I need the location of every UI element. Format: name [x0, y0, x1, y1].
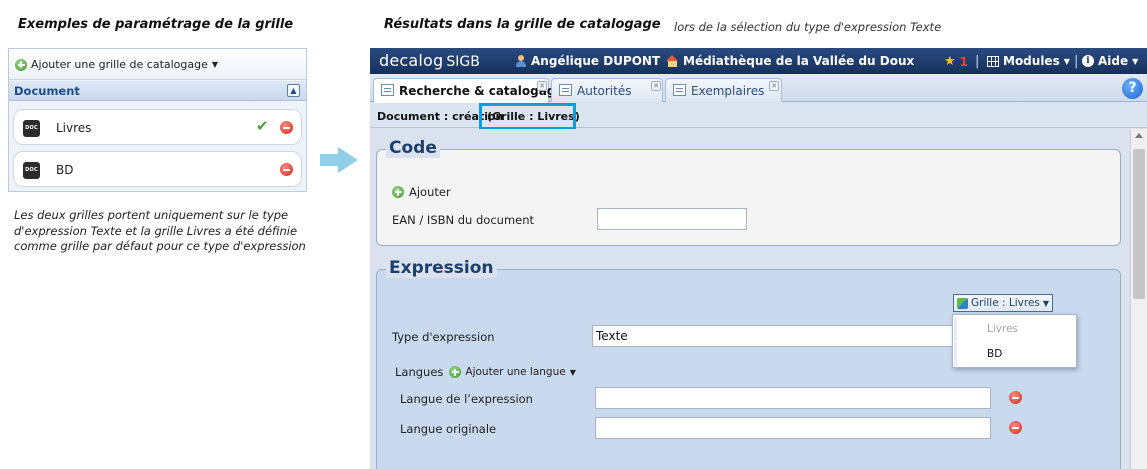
- tab-bar: Recherche & catalogage ✕ Autorités ✕ Exe…: [370, 74, 1147, 103]
- user-name: Angélique DUPONT: [531, 54, 661, 68]
- remove-icon[interactable]: [1009, 421, 1022, 434]
- note-line: d'expression Texte et la grille Livres a…: [14, 223, 298, 238]
- add-langue-button[interactable]: Ajouter une langue ▼: [449, 366, 576, 378]
- chevron-down-icon: ▼: [211, 60, 219, 69]
- expression-type-input[interactable]: Texte: [592, 325, 962, 347]
- langue-originale-input[interactable]: [595, 417, 991, 439]
- remove-icon[interactable]: [280, 163, 293, 176]
- remove-icon[interactable]: [280, 121, 293, 134]
- help-menu[interactable]: i Aide ▼: [1082, 54, 1138, 68]
- chevron-down-icon: ▼: [1132, 56, 1139, 66]
- grid-settings-toolbar: Ajouter une grille de catalogage ▼: [9, 49, 306, 80]
- langues-row: Langues Ajouter une langue ▼: [395, 365, 576, 379]
- document-section-header: Document ▲: [9, 81, 306, 101]
- add-icon: [449, 366, 462, 378]
- modules-label: Modules: [1003, 54, 1060, 68]
- vertical-scrollbar[interactable]: [1130, 129, 1147, 469]
- notification-count: 1: [959, 54, 969, 69]
- right-caption-title: Résultats dans la grille de catalogage: [384, 17, 661, 32]
- collapse-icon[interactable]: ▲: [287, 84, 300, 97]
- app-window: decalog SIGB Angélique DUPONT Médiathèque…: [370, 48, 1147, 469]
- help-label: Aide: [1098, 54, 1129, 68]
- tab-exemplaires[interactable]: Exemplaires ✕: [665, 78, 782, 102]
- chevron-down-icon: ▼: [1063, 56, 1070, 66]
- add-langue-label: Ajouter une langue: [465, 366, 566, 378]
- langue-expression-input[interactable]: [595, 387, 991, 409]
- doc-icon: DOC: [23, 162, 40, 179]
- close-icon[interactable]: ✕: [537, 81, 547, 91]
- star-icon: ★: [944, 54, 956, 69]
- remove-icon[interactable]: [1009, 391, 1022, 404]
- user-icon: [515, 55, 527, 67]
- arrow-right-icon: [320, 154, 338, 166]
- grille-option-livres[interactable]: Livres: [954, 317, 1075, 341]
- brand-name: decalog: [379, 51, 444, 70]
- note-line: comme grille par défaut pour ce type d'e…: [14, 239, 306, 253]
- expression-type-label: Type d'expression: [392, 330, 495, 344]
- modules-menu[interactable]: Modules ▼: [987, 54, 1070, 68]
- add-grid-button[interactable]: Ajouter une grille de catalogage ▼: [15, 58, 218, 71]
- brand-suffix: SIGB: [446, 54, 480, 70]
- add-grid-label: Ajouter une grille de catalogage: [31, 58, 208, 71]
- scroll-thumb[interactable]: [1133, 149, 1145, 299]
- close-icon[interactable]: ✕: [651, 81, 661, 91]
- grid-item-label: BD: [56, 163, 74, 177]
- grid-item-livres[interactable]: DOC Livres ✔: [13, 109, 302, 145]
- code-section-title: Code: [386, 138, 440, 158]
- grid-settings-panel: Ajouter une grille de catalogage ▼ Docum…: [8, 48, 307, 192]
- section-label: Document: [14, 84, 80, 98]
- user-menu[interactable]: Angélique DUPONT: [515, 54, 660, 68]
- code-add-label: Ajouter: [409, 185, 451, 199]
- tab-autorites[interactable]: Autorités ✕: [551, 78, 663, 102]
- add-icon: [392, 186, 404, 198]
- chevron-down-icon: ▼: [1042, 298, 1050, 308]
- library-menu[interactable]: Médiathèque de la Vallée du Doux: [666, 54, 914, 68]
- note-line: Les deux grilles portent uniquement sur …: [14, 208, 289, 222]
- grille-dropdown-menu: Livres BD: [952, 314, 1077, 368]
- document-icon: [381, 84, 394, 96]
- chevron-down-icon: ▼: [569, 367, 576, 377]
- code-add-button[interactable]: Ajouter: [392, 185, 451, 199]
- library-name: Médiathèque de la Vallée du Doux: [683, 54, 915, 68]
- left-caption-title: Exemples de paramétrage de la grille: [18, 17, 294, 32]
- grille-option-bd[interactable]: BD: [954, 342, 1075, 366]
- highlight-box: [479, 103, 576, 130]
- separator: |: [975, 54, 980, 69]
- close-icon[interactable]: ✕: [769, 81, 779, 91]
- langues-label: Langues: [395, 365, 444, 379]
- tab-label: Autorités: [577, 84, 632, 98]
- notifications[interactable]: ★ 1: [944, 54, 968, 69]
- document-icon: [673, 84, 686, 96]
- scroll-up-icon[interactable]: [1135, 133, 1143, 138]
- grid-switch-icon: [957, 297, 968, 309]
- ean-label: EAN / ISBN du document: [392, 213, 535, 227]
- separator: |: [1074, 54, 1079, 69]
- langue-expression-label: Langue de l’expression: [400, 392, 533, 406]
- help-icon[interactable]: ?: [1122, 78, 1143, 99]
- grid-icon: [987, 55, 999, 67]
- grid-item-bd[interactable]: DOC BD: [13, 151, 302, 187]
- tab-label: Exemplaires: [691, 84, 765, 98]
- expression-section-title: Expression: [386, 258, 497, 278]
- arrow-head-icon: [338, 147, 358, 173]
- doc-icon: DOC: [23, 120, 40, 137]
- grid-item-label: Livres: [56, 121, 92, 135]
- add-icon: [15, 58, 27, 71]
- info-icon: i: [1082, 55, 1094, 67]
- tab-recherche-catalogage[interactable]: Recherche & catalogage ✕: [373, 78, 564, 103]
- ean-input[interactable]: [597, 208, 747, 230]
- document-icon: [559, 84, 572, 96]
- brand-logo[interactable]: decalog SIGB: [379, 51, 480, 70]
- default-check-icon: ✔: [256, 117, 269, 135]
- top-bar: decalog SIGB Angélique DUPONT Médiathèque…: [370, 48, 1147, 74]
- home-icon: [666, 55, 679, 67]
- code-section: [376, 149, 1121, 246]
- explanation-note: Les deux grilles portent uniquement sur …: [14, 208, 334, 255]
- grille-dropdown-button[interactable]: Grille : Livres ▼: [953, 294, 1053, 312]
- grille-button-label: Grille : Livres: [971, 297, 1040, 309]
- langue-originale-label: Langue originale: [400, 422, 497, 436]
- right-caption-subtitle: lors de la sélection du type d'expressio…: [674, 20, 942, 34]
